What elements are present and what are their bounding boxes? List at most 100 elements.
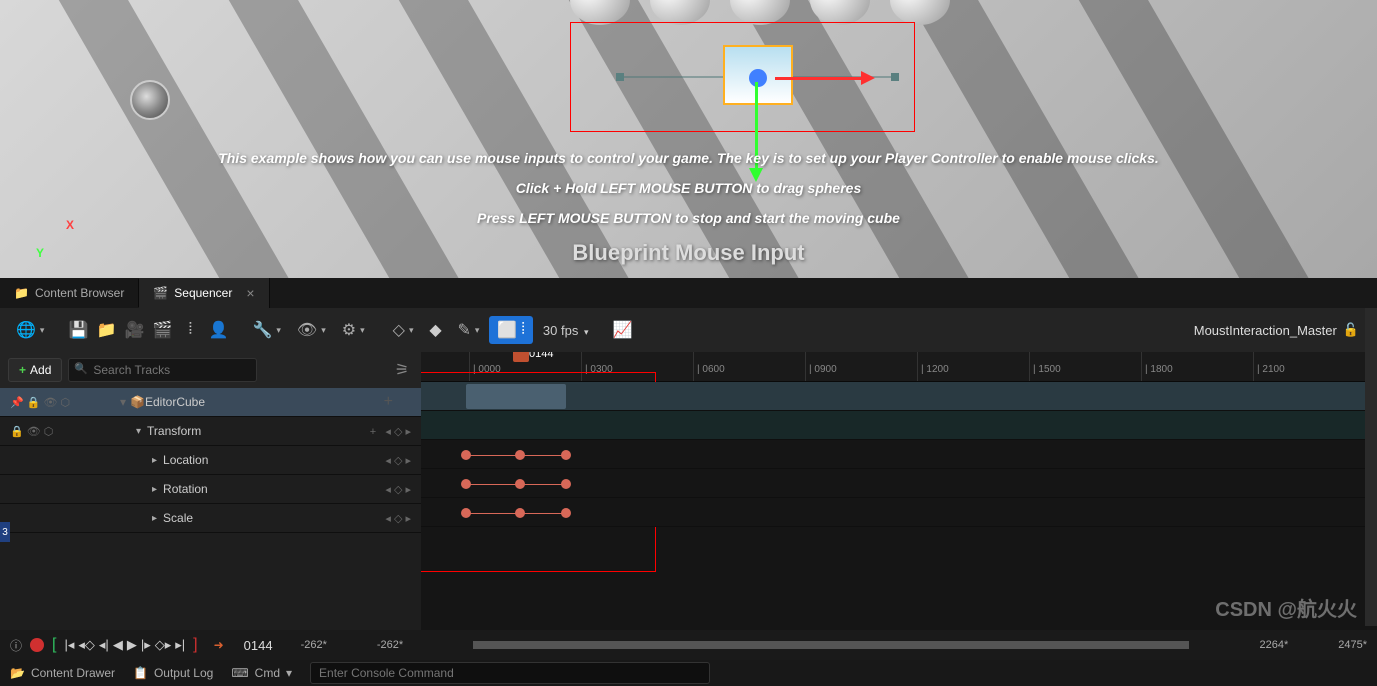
next-key-button[interactable]: ◇▸ [155, 637, 172, 653]
key-controls[interactable]: ◂ ◇ ▸ [385, 483, 421, 496]
play-controls: |◂ ◂◇ ◂| ◀ ▶ |▸ ◇▸ ▸| [64, 637, 185, 653]
vertical-scrollbar[interactable] [1365, 308, 1377, 626]
timeline-row[interactable] [421, 498, 1377, 527]
record-button[interactable] [30, 638, 44, 652]
snap-list-icon: ⦙ [521, 321, 525, 339]
gizmo-origin[interactable] [749, 69, 767, 87]
expand-icon[interactable]: ▸ [120, 484, 157, 495]
expand-icon[interactable]: ▸ [120, 455, 157, 466]
prev-key-button[interactable]: ◂◇ [78, 637, 95, 653]
snap-button[interactable]: ⬜ ⦙ [489, 316, 533, 344]
track-row-location[interactable]: ▸ Location ◂ ◇ ▸ [0, 446, 421, 475]
expand-icon[interactable]: ▸ [120, 513, 157, 524]
selected-cube[interactable] [723, 45, 793, 105]
lock-icon[interactable]: 🔓 [1343, 322, 1359, 338]
range-label[interactable]: -262* [377, 639, 403, 651]
tab-content-browser[interactable]: 📁 Content Browser [0, 279, 139, 307]
filter-icon[interactable]: ⚞ [391, 359, 413, 381]
track-label: Rotation [163, 482, 385, 496]
key-controls[interactable]: ◂ ◇ ▸ [385, 512, 421, 525]
keyframe[interactable] [461, 450, 471, 460]
gears-dropdown[interactable]: ⚙▾ [336, 317, 371, 343]
keyframe[interactable] [461, 508, 471, 518]
track-label: Scale [163, 511, 385, 525]
timeline-panel[interactable]: 0144 | 0000 | 0300 | 0600 | 0900 | 1200 … [421, 352, 1377, 630]
autokey-icon[interactable]: ◆ [423, 317, 447, 343]
step-back-button[interactable]: ◂| [99, 637, 109, 653]
range-label[interactable]: 2264* [1259, 639, 1288, 651]
key-dropdown[interactable]: ◇▾ [387, 317, 420, 343]
range-label[interactable]: 2475* [1338, 639, 1367, 651]
axis-gizmo[interactable]: X Y [36, 218, 86, 268]
status-bar: 📂 Content Drawer 📋 Output Log ⌨ Cmd ▾ [0, 660, 1377, 686]
current-frame[interactable]: 0144 [244, 638, 273, 653]
timeline-row[interactable] [421, 382, 1377, 411]
log-icon: 📋 [133, 666, 148, 680]
play-forward-button[interactable]: ▶ [127, 637, 137, 653]
track-row-editorcube[interactable]: 📌 🔒 👁 ⬡ ▾ 📦 EditorCube + [0, 388, 421, 417]
playhead-marker[interactable] [513, 352, 529, 362]
chevron-down-icon[interactable]: ▾ [120, 395, 126, 409]
track-row-scale[interactable]: ▸ Scale ◂ ◇ ▸ [0, 504, 421, 533]
clip-bar[interactable] [466, 384, 566, 409]
key-controls[interactable]: ◂ ◇ ▸ [385, 454, 421, 467]
range-start-bracket[interactable]: [ [52, 636, 56, 654]
world-dropdown[interactable]: 🌐▾ [10, 317, 50, 343]
curve-editor-icon[interactable]: 📈 [611, 317, 635, 343]
gizmo-x-axis[interactable] [775, 77, 865, 80]
keyframe[interactable] [561, 450, 571, 460]
keyframe[interactable] [461, 479, 471, 489]
clapboard-icon[interactable]: 🎬 [150, 317, 174, 343]
keyframe[interactable] [561, 508, 571, 518]
cmd-icon: ⌨ [231, 666, 248, 680]
info-icon[interactable]: ⓘ [10, 637, 22, 654]
add-track-icon[interactable]: + [384, 393, 421, 411]
browse-icon[interactable]: 📁 [94, 317, 118, 343]
edit-dropdown[interactable]: ✎▾ [451, 317, 485, 343]
track-row-rotation[interactable]: ▸ Rotation ◂ ◇ ▸ [0, 475, 421, 504]
wrench-dropdown[interactable]: 🔧▾ [246, 317, 286, 343]
cmd-dropdown[interactable]: ⌨ Cmd ▾ [231, 666, 292, 680]
search-input[interactable] [68, 358, 257, 382]
timeline-row[interactable] [421, 411, 1377, 440]
output-log-button[interactable]: 📋 Output Log [133, 666, 213, 680]
goto-end-button[interactable]: ▸| [175, 637, 185, 653]
instruction-text-1: This example shows how you can use mouse… [0, 150, 1377, 166]
goto-start-button[interactable]: |◂ [64, 637, 74, 653]
side-tab[interactable]: 3 [0, 522, 10, 542]
track-pin-icons[interactable]: 🔒 👁 ⬡ [0, 425, 120, 438]
timeline-ruler[interactable]: 0144 | 0000 | 0300 | 0600 | 0900 | 1200 … [421, 352, 1377, 382]
step-forward-button[interactable]: |▸ [141, 637, 151, 653]
play-reverse-button[interactable]: ◀ [113, 637, 123, 653]
range-end-bracket[interactable]: ] [193, 636, 197, 654]
save-icon[interactable]: 💾 [66, 317, 90, 343]
track-row-transform[interactable]: 🔒 👁 ⬡ ▾ Transform + ◂ ◇ ▸ [0, 417, 421, 446]
key-controls[interactable]: + ◂ ◇ ▸ [370, 425, 421, 438]
timeline-row[interactable] [421, 440, 1377, 469]
eye-dropdown[interactable]: 👁▾ [291, 317, 332, 343]
instruction-text-3: Press LEFT MOUSE BUTTON to stop and star… [0, 210, 1377, 226]
list-icon[interactable]: ⦙ [178, 317, 202, 343]
actor-icon[interactable]: 👤 [206, 317, 230, 343]
keyframe[interactable] [515, 508, 525, 518]
close-icon[interactable]: × [246, 285, 254, 301]
fps-dropdown[interactable]: 30 fps ▾ [543, 323, 589, 338]
zoom-scrollbar[interactable] [473, 641, 1189, 649]
viewport-3d[interactable]: This example shows how you can use mouse… [0, 0, 1377, 278]
track-pin-icons[interactable]: 📌 🔒 👁 ⬡ [0, 396, 120, 409]
playhead-label: 0144 [529, 352, 553, 360]
actor-icon: 📦 [130, 395, 145, 409]
keyframe[interactable] [515, 479, 525, 489]
tab-sequencer[interactable]: 🎬 Sequencer × [139, 278, 269, 308]
timeline-row[interactable] [421, 469, 1377, 498]
camera-icon[interactable]: 🎥 [122, 317, 146, 343]
expand-icon[interactable]: ▾ [120, 426, 141, 437]
loop-button[interactable]: ➜ [214, 638, 224, 652]
console-input[interactable] [310, 662, 710, 684]
range-label[interactable]: -262* [301, 639, 327, 651]
add-button[interactable]: + Add [8, 358, 62, 382]
keyframe[interactable] [515, 450, 525, 460]
content-drawer-button[interactable]: 📂 Content Drawer [10, 666, 115, 680]
ruler-tick: | 1500 [1029, 352, 1061, 381]
keyframe[interactable] [561, 479, 571, 489]
